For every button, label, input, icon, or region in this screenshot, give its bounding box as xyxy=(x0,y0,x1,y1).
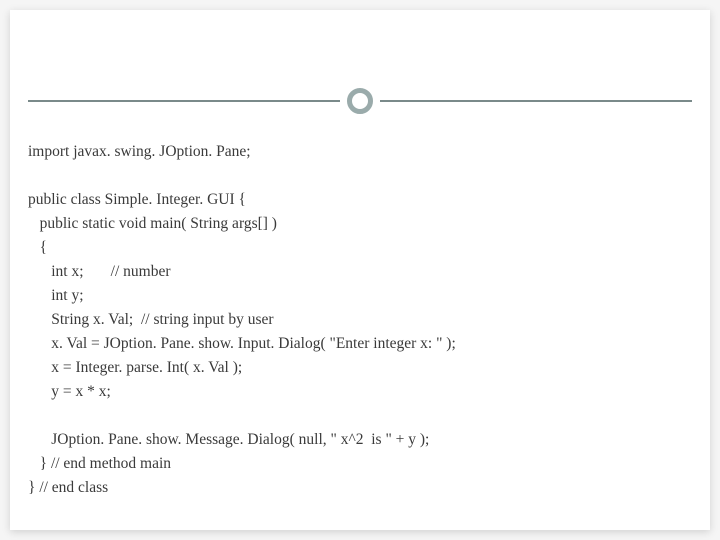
code-line: int y; xyxy=(28,284,692,308)
slide-container: import javax. swing. JOption. Pane; publ… xyxy=(10,10,710,530)
code-line: public class Simple. Integer. GUI { xyxy=(28,188,692,212)
code-line: public static void main( String args[] ) xyxy=(28,212,692,236)
code-line: import javax. swing. JOption. Pane; xyxy=(28,140,692,164)
code-block: import javax. swing. JOption. Pane; publ… xyxy=(28,140,692,500)
code-line: x. Val = JOption. Pane. show. Input. Dia… xyxy=(28,332,692,356)
blank-line xyxy=(28,404,692,428)
code-line: } // end method main xyxy=(28,452,692,476)
code-line: } // end class xyxy=(28,476,692,500)
code-line: int x; // number xyxy=(28,260,692,284)
code-line: String x. Val; // string input by user xyxy=(28,308,692,332)
code-line: y = x * x; xyxy=(28,380,692,404)
code-line: { xyxy=(28,236,692,260)
slide-header xyxy=(10,10,710,115)
code-line: JOption. Pane. show. Message. Dialog( nu… xyxy=(28,428,692,452)
code-line: x = Integer. parse. Int( x. Val ); xyxy=(28,356,692,380)
blank-line xyxy=(28,164,692,188)
circle-ornament-icon xyxy=(347,88,373,114)
